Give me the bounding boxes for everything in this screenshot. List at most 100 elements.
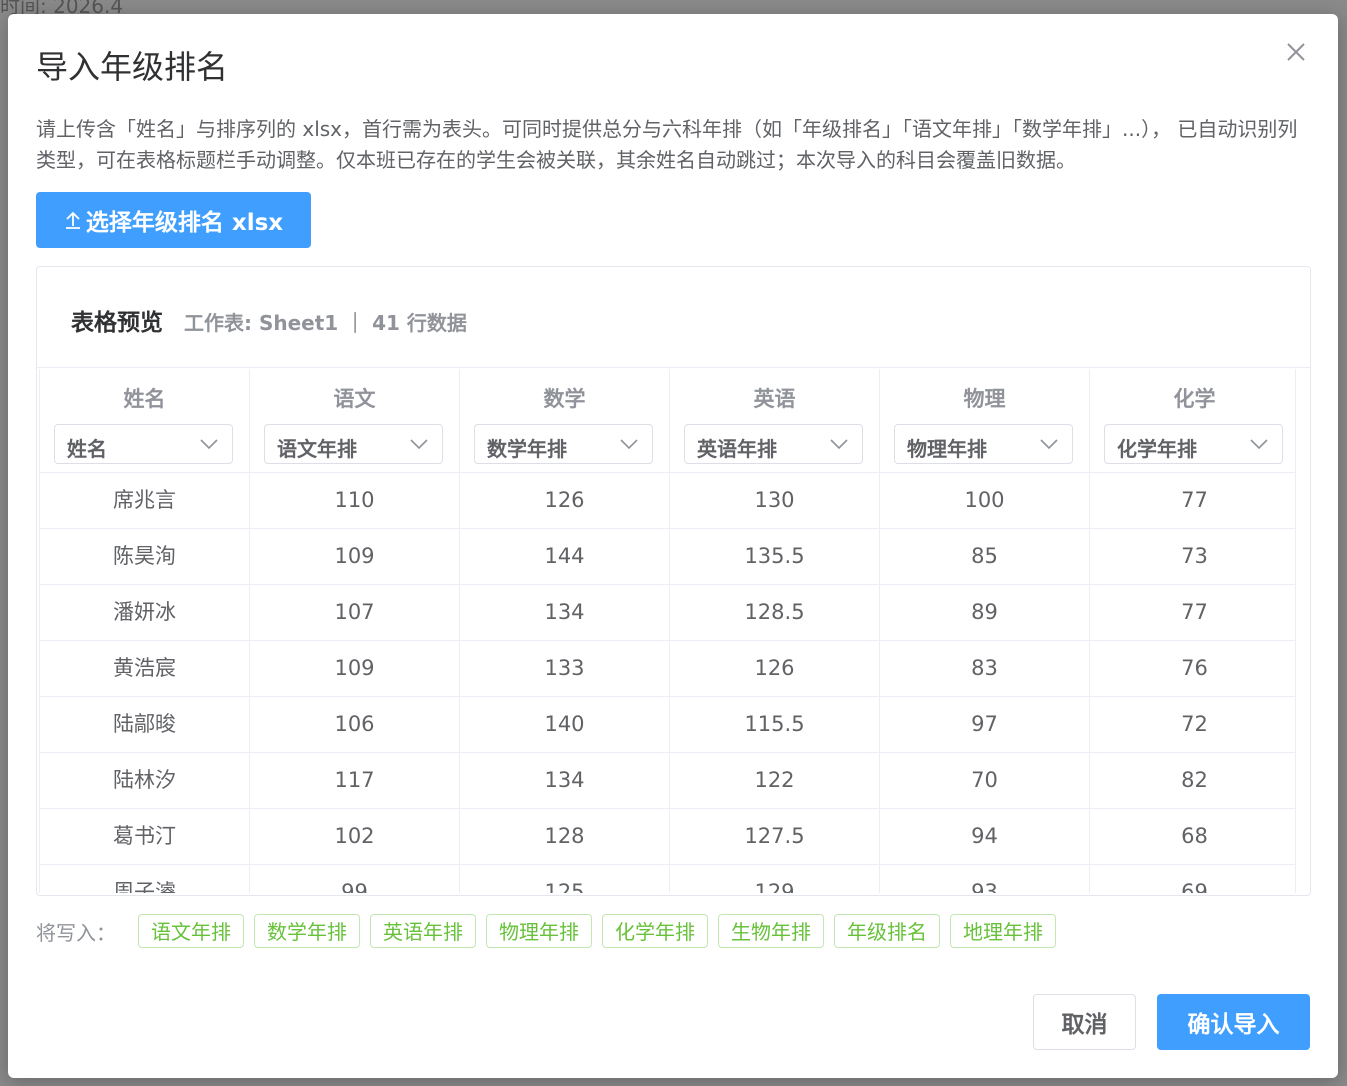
table-cell: 89 xyxy=(880,585,1090,640)
table-cell: 77 xyxy=(1090,585,1300,640)
table-cell: 73 xyxy=(1090,529,1300,584)
column-header: 数学 数学年排 xyxy=(460,369,670,472)
table-cell: 140 xyxy=(460,697,670,752)
table-scroll-edge xyxy=(1295,369,1308,893)
table-row: 葛书汀 102 128 127.5 94 68 xyxy=(40,809,1300,865)
column-title: 化学 xyxy=(1173,387,1216,411)
table-cell: 68 xyxy=(1090,809,1300,864)
table-cell: 70 xyxy=(880,753,1090,808)
select-xlsx-label: 选择年级排名 xlsx xyxy=(85,210,284,236)
table-cell: 109 xyxy=(250,529,460,584)
column-type-value: 语文年排 xyxy=(277,437,357,461)
table-cell: 128.5 xyxy=(670,585,880,640)
table-cell: 107 xyxy=(250,585,460,640)
write-tag: 地理年排 xyxy=(950,914,1056,948)
column-header: 英语 英语年排 xyxy=(670,369,880,472)
table-row: 周子濬 99 125 129 93 69 xyxy=(40,865,1300,893)
table-row: 黄浩宸 109 133 126 83 76 xyxy=(40,641,1300,697)
column-type-select[interactable]: 英语年排 xyxy=(684,424,863,464)
column-type-select[interactable]: 数学年排 xyxy=(474,424,653,464)
write-tag: 数学年排 xyxy=(254,914,360,948)
table-row: 陆林汐 117 134 122 70 82 xyxy=(40,753,1300,809)
upload-icon xyxy=(65,211,80,229)
column-type-value: 英语年排 xyxy=(697,437,777,461)
chevron-down-icon xyxy=(620,439,638,450)
table-cell: 陆鄗晙 xyxy=(40,697,250,752)
write-tag: 英语年排 xyxy=(370,914,476,948)
table-cell: 129 xyxy=(670,865,880,893)
dialog-description: 请上传含「姓名」与排序列的 xlsx，首行需为表头。可同时提供总分与六科年排（如… xyxy=(36,117,1298,172)
table-cell: 126 xyxy=(460,473,670,528)
table-cell: 135.5 xyxy=(670,529,880,584)
table-cell: 100 xyxy=(880,473,1090,528)
chevron-down-icon xyxy=(410,439,428,450)
table-cell: 102 xyxy=(250,809,460,864)
column-title: 语文 xyxy=(333,387,376,411)
table-cell: 130 xyxy=(670,473,880,528)
write-tag: 化学年排 xyxy=(602,914,708,948)
cancel-button[interactable]: 取消 xyxy=(1033,994,1136,1050)
column-type-value: 姓名 xyxy=(67,437,107,461)
table-cell: 席兆言 xyxy=(40,473,250,528)
column-type-select[interactable]: 姓名 xyxy=(54,424,233,464)
select-xlsx-button[interactable]: 选择年级排名 xlsx xyxy=(36,192,311,248)
column-type-value: 物理年排 xyxy=(907,437,987,461)
table-cell: 125 xyxy=(460,865,670,893)
write-tags: 将写入： 语文年排 数学年排 英语年排 物理年排 化学年排 生物年排 年级排名 地理年排 xyxy=(36,914,1056,948)
table-cell: 134 xyxy=(460,585,670,640)
column-type-select[interactable]: 物理年排 xyxy=(894,424,1073,464)
column-header: 姓名 姓名 xyxy=(40,369,250,472)
table-cell: 黄浩宸 xyxy=(40,641,250,696)
table-body: 席兆言 110 126 130 100 77 陈昊洵 109 144 135.5 85 73 潘妍冰 10… xyxy=(40,473,1300,893)
confirm-import-button[interactable]: 确认导入 xyxy=(1157,994,1310,1050)
table-cell: 106 xyxy=(250,697,460,752)
table-cell: 83 xyxy=(880,641,1090,696)
column-type-select[interactable]: 语文年排 xyxy=(264,424,443,464)
table-cell: 97 xyxy=(880,697,1090,752)
write-tag: 语文年排 xyxy=(138,914,244,948)
table-cell: 72 xyxy=(1090,697,1300,752)
table-cell: 69 xyxy=(1090,865,1300,893)
chevron-down-icon xyxy=(1250,439,1268,450)
preview-title: 表格预览 xyxy=(71,310,163,336)
table-cell: 82 xyxy=(1090,753,1300,808)
table-row: 席兆言 110 126 130 100 77 xyxy=(40,473,1300,529)
preview-table[interactable]: 姓名 姓名 语文 语文年排 数学 数学年排 英语 英语年排 物理 物理年排 化学 化学年排 席兆言 11… xyxy=(39,369,1308,893)
chevron-down-icon xyxy=(200,439,218,450)
preview-header: 表格预览 工作表: Sheet1 ｜ 41 行数据 xyxy=(37,267,1310,368)
table-cell: 122 xyxy=(670,753,880,808)
close-icon[interactable] xyxy=(1284,40,1308,64)
table-cell: 144 xyxy=(460,529,670,584)
chevron-down-icon xyxy=(1040,439,1058,450)
column-title: 物理 xyxy=(963,387,1006,411)
dialog-title: 导入年级排名 xyxy=(36,48,229,86)
table-cell: 115.5 xyxy=(670,697,880,752)
table-cell: 陆林汐 xyxy=(40,753,250,808)
table-row: 陈昊洵 109 144 135.5 85 73 xyxy=(40,529,1300,585)
column-header: 化学化学年排 xyxy=(1090,369,1300,472)
column-type-value: 化学年排 xyxy=(1117,437,1197,461)
table-cell: 93 xyxy=(880,865,1090,893)
table-cell: 周子濬 xyxy=(40,865,250,893)
table-cell: 陈昊洵 xyxy=(40,529,250,584)
table-cell: 133 xyxy=(460,641,670,696)
import-grade-rank-dialog: 导入年级排名 请上传含「姓名」与排序列的 xlsx，首行需为表头。可同时提供总分… xyxy=(8,14,1338,1078)
table-cell: 99 xyxy=(250,865,460,893)
table-cell: 126 xyxy=(670,641,880,696)
table-cell: 127.5 xyxy=(670,809,880,864)
write-tag: 年级排名 xyxy=(834,914,940,948)
column-header: 物理物理年排 xyxy=(880,369,1090,472)
table-cell: 潘妍冰 xyxy=(40,585,250,640)
column-title: 数学 xyxy=(543,387,586,411)
write-tag: 生物年排 xyxy=(718,914,824,948)
column-type-select[interactable]: 化学年排 xyxy=(1104,424,1283,464)
table-cell: 葛书汀 xyxy=(40,809,250,864)
table-header: 姓名 姓名 语文 语文年排 数学 数学年排 英语 英语年排 物理 物理年排 化学 化学年排 xyxy=(40,369,1300,473)
table-cell: 134 xyxy=(460,753,670,808)
table-cell: 110 xyxy=(250,473,460,528)
write-tag: 物理年排 xyxy=(486,914,592,948)
table-row: 潘妍冰 107 134 128.5 89 77 xyxy=(40,585,1300,641)
chevron-down-icon xyxy=(830,439,848,450)
table-cell: 128 xyxy=(460,809,670,864)
table-cell: 94 xyxy=(880,809,1090,864)
